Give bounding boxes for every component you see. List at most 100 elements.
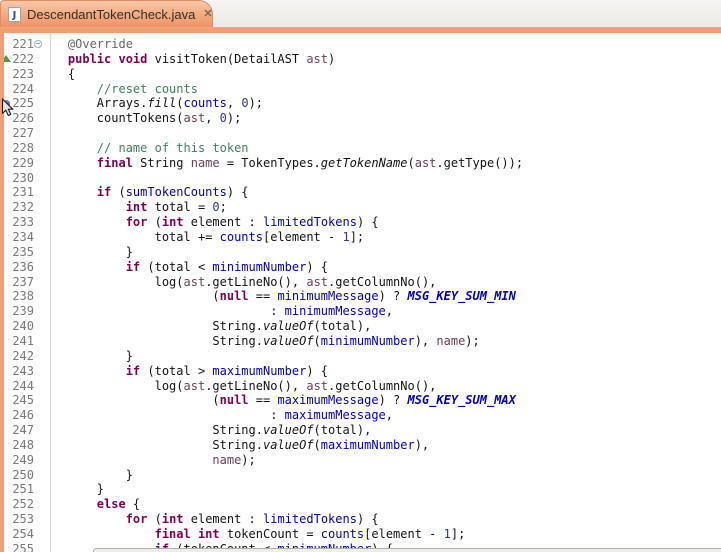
code-token: final int: [155, 527, 220, 541]
code-token: }: [39, 468, 133, 482]
code-token: minimumNumber: [321, 334, 415, 348]
code-token: limitedTokens: [263, 512, 357, 526]
code-token: ast: [306, 379, 328, 393]
code-token: name: [191, 156, 220, 170]
code-token: (: [39, 289, 220, 303]
code-token: ) ?: [379, 289, 408, 303]
code-token: }: [39, 482, 104, 496]
tab-descendanttokencheck[interactable]: J DescendantTokenCheck.java ✕: [0, 0, 213, 27]
code-token: );: [249, 96, 263, 110]
code-token: log(: [39, 275, 184, 289]
code-token: maximumMessage: [277, 393, 378, 407]
code-token: 0: [220, 111, 227, 125]
code-line: int total = 0;: [39, 200, 227, 215]
code-token: valueOf: [263, 423, 314, 437]
code-token: (total),: [314, 319, 372, 333]
code-line: String.valueOf(minimumNumber), name);: [39, 334, 480, 349]
code-token: minimumMessage: [285, 304, 386, 318]
code-token: .getLineNo(),: [205, 275, 306, 289]
code-token: :: [39, 408, 285, 422]
code-token: ) {: [306, 260, 328, 274]
code-line: (null == minimumMessage) ? MSG_KEY_SUM_M…: [39, 289, 516, 304]
code-token: int: [162, 215, 184, 229]
code-line: if (sumTokenCounts) {: [39, 185, 249, 200]
code-token: 1: [444, 527, 451, 541]
code-token: maximumNumber: [321, 438, 415, 452]
code-token: [39, 512, 126, 526]
code-token: (total >: [140, 364, 212, 378]
line-number: 246: [4, 408, 34, 423]
editor-tab-bar: J DescendantTokenCheck.java ✕: [0, 0, 721, 28]
code-token: total =: [147, 200, 212, 214]
code-token: ),: [415, 438, 429, 452]
code-token: MSG_KEY_SUM_MIN: [408, 289, 516, 303]
code-token: counts: [321, 527, 364, 541]
code-token: ast: [184, 379, 206, 393]
line-number: 233: [4, 215, 34, 230]
code-token: );: [465, 334, 479, 348]
code-token: ==: [249, 393, 278, 407]
code-line: }: [39, 245, 133, 260]
line-number: 253: [4, 512, 34, 527]
code-token: counts: [220, 230, 263, 244]
code-line: Arrays.fill(counts, 0);: [39, 96, 263, 111]
svg-text:J: J: [12, 10, 17, 21]
code-token: ,: [386, 304, 393, 318]
code-token: (: [314, 334, 321, 348]
code-token: .getColumnNo(),: [328, 379, 436, 393]
code-token: for: [126, 215, 148, 229]
code-token: [39, 260, 126, 274]
code-line: {: [39, 67, 75, 82]
code-token: maximumNumber: [212, 364, 306, 378]
code-line: : minimumMessage,: [39, 304, 393, 319]
code-token: countTokens(: [39, 111, 184, 125]
line-number: 250: [4, 468, 34, 483]
code-line: // name of this token: [39, 141, 249, 156]
code-token: .getLineNo(),: [205, 379, 306, 393]
code-token: [39, 364, 126, 378]
line-number: 235: [4, 245, 34, 260]
code-token: Arrays.: [39, 96, 147, 110]
code-token: }: [39, 349, 133, 363]
code-token: ) {: [227, 185, 249, 199]
code-token: ==: [249, 289, 278, 303]
code-token: [39, 82, 97, 96]
code-line: String.valueOf(total),: [39, 319, 371, 334]
code-line: name);: [39, 453, 256, 468]
line-number: 221: [4, 37, 34, 52]
code-token: visitToken(DetailAST: [155, 52, 307, 66]
close-icon[interactable]: ✕: [203, 9, 212, 20]
editor-viewport: 2202212222232242252262272282292302312322…: [0, 28, 721, 552]
mouse-cursor-icon: [1, 98, 14, 117]
code-line: total += counts[element - 1];: [39, 230, 364, 245]
code-token: else: [97, 497, 126, 511]
line-number: 223: [4, 67, 34, 82]
code-token: // name of this token: [97, 141, 249, 155]
line-number: 243: [4, 364, 34, 379]
line-number: 249: [4, 453, 34, 468]
code-token: String: [133, 156, 191, 170]
code-token: = TokenTypes.: [220, 156, 321, 170]
line-number: 242: [4, 349, 34, 364]
line-number: 252: [4, 497, 34, 512]
line-number: 241: [4, 334, 34, 349]
code-token: int: [162, 512, 184, 526]
code-token: (total),: [314, 423, 372, 437]
code-token: ) {: [357, 512, 379, 526]
code-line: String.valueOf(total),: [39, 423, 371, 438]
line-number: 251: [4, 482, 34, 497]
code-token: final: [97, 156, 133, 170]
code-token: {: [126, 497, 140, 511]
code-token: .getType());: [436, 156, 523, 170]
code-token: valueOf: [263, 334, 314, 348]
code-token: (: [147, 215, 161, 229]
code-token: null: [220, 393, 249, 407]
line-number: 247: [4, 423, 34, 438]
horizontal-scrollbar[interactable]: [93, 548, 721, 552]
code-token: );: [241, 453, 255, 467]
line-number: 248: [4, 438, 34, 453]
code-line: @Override: [39, 37, 133, 52]
code-token: minimumMessage: [277, 289, 378, 303]
code-token: [39, 200, 126, 214]
code-token: [39, 52, 68, 66]
